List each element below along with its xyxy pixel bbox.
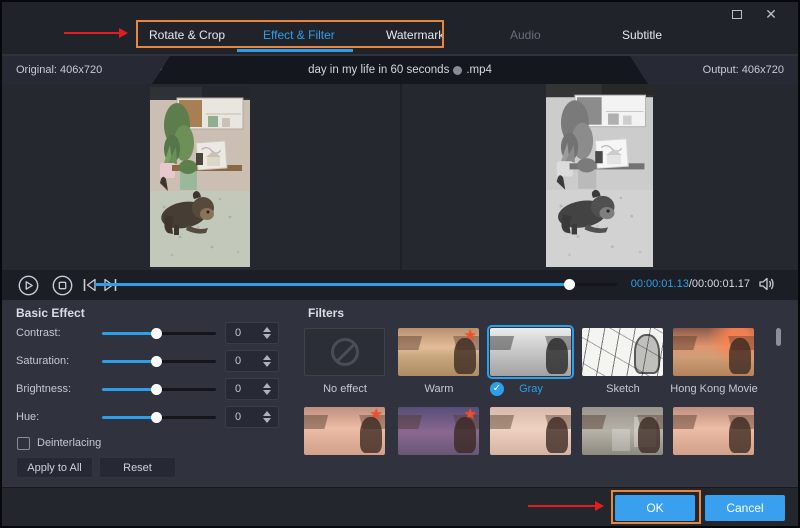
cancel-button[interactable]: Cancel xyxy=(705,495,785,521)
filter-label-hong-kong-movie[interactable]: Hong Kong Movie xyxy=(669,383,759,395)
brightness-up-icon[interactable] xyxy=(263,383,271,388)
hue-slider[interactable] xyxy=(102,416,216,419)
hue-slider-handle[interactable] xyxy=(151,412,162,423)
filter-gray[interactable] xyxy=(490,328,571,376)
filter-sketch[interactable] xyxy=(582,328,663,376)
filter-label-warm[interactable]: Warm xyxy=(394,383,484,395)
stop-button[interactable] xyxy=(52,275,73,296)
apply-to-all-button[interactable]: Apply to All xyxy=(16,457,93,478)
brightness-label: Brightness: xyxy=(16,383,71,395)
sketch-texture xyxy=(582,328,663,376)
basic-effect-title: Basic Effect xyxy=(16,306,85,320)
deinterlacing-checkbox[interactable] xyxy=(17,437,30,450)
brightness-slider[interactable] xyxy=(102,388,216,391)
file-extension: .mp4 xyxy=(466,64,492,76)
ok-button[interactable]: OK xyxy=(615,495,695,521)
filters-scrollbar[interactable] xyxy=(776,328,781,346)
saturation-up-icon[interactable] xyxy=(263,355,271,360)
hue-label: Hue: xyxy=(16,411,39,423)
original-video-preview xyxy=(150,87,250,267)
contrast-slider[interactable] xyxy=(102,332,216,335)
star-badge-icon: ★ xyxy=(464,407,477,423)
output-size-label: Output: 406x720 xyxy=(703,64,784,76)
filter-tile-8[interactable] xyxy=(490,407,571,455)
active-tab-underline xyxy=(237,49,353,52)
transport-bar: 00:00:01.13/00:00:01.17 xyxy=(2,270,798,300)
contrast-up-icon[interactable] xyxy=(263,327,271,332)
filter-label-sketch[interactable]: Sketch xyxy=(578,383,668,395)
contrast-slider-handle[interactable] xyxy=(151,328,162,339)
current-time: 00:00:01.13 xyxy=(631,278,689,290)
contrast-value: 0 xyxy=(235,327,241,339)
filter-warm[interactable]: ★ xyxy=(398,328,479,376)
star-badge-icon: ★ xyxy=(464,328,477,344)
filter-hong-kong-movie[interactable] xyxy=(673,328,754,376)
original-size-label: Original: 406x720 xyxy=(16,64,102,76)
tab-subtitle[interactable]: Subtitle xyxy=(622,28,662,42)
maximize-button[interactable] xyxy=(728,6,746,22)
file-title: day in my life in 60 seconds xyxy=(308,64,449,76)
saturation-spinner[interactable]: 0 xyxy=(225,350,279,372)
filter-tile-7[interactable]: ★ xyxy=(398,407,479,455)
tab-effect-filter[interactable]: Effect & Filter xyxy=(263,28,335,42)
filter-no-effect[interactable] xyxy=(304,328,385,376)
reset-button[interactable]: Reset xyxy=(99,457,176,478)
contrast-label: Contrast: xyxy=(16,327,61,339)
filter-label-no-effect[interactable]: No effect xyxy=(300,383,390,395)
hue-value: 0 xyxy=(235,411,241,423)
filter-label-gray[interactable]: Gray xyxy=(486,383,576,395)
contrast-spinner[interactable]: 0 xyxy=(225,322,279,344)
hue-down-icon[interactable] xyxy=(263,418,271,423)
close-button[interactable]: ✕ xyxy=(762,6,780,22)
titlebar: ✕ Rotate & Crop Effect & Filter Watermar… xyxy=(2,2,798,54)
saturation-label: Saturation: xyxy=(16,355,69,367)
tab-audio[interactable]: Audio xyxy=(510,28,541,42)
filter-tile-10[interactable] xyxy=(673,407,754,455)
filter-tile-6[interactable]: ★ xyxy=(304,407,385,455)
effect-filter-dialog: ✕ Rotate & Crop Effect & Filter Watermar… xyxy=(0,0,800,528)
preview-divider xyxy=(400,84,402,270)
filters-title: Filters xyxy=(308,306,344,320)
brightness-slider-handle[interactable] xyxy=(151,384,162,395)
seek-progress xyxy=(95,283,569,286)
deinterlacing-label: Deinterlacing xyxy=(37,437,101,449)
saturation-down-icon[interactable] xyxy=(263,362,271,367)
volume-icon[interactable] xyxy=(758,276,776,292)
time-display: 00:00:01.13/00:00:01.17 xyxy=(631,278,750,290)
preview-area xyxy=(2,84,798,270)
saturation-value: 0 xyxy=(235,355,241,367)
star-badge-icon: ★ xyxy=(370,407,383,423)
hue-spinner[interactable]: 0 xyxy=(225,406,279,428)
brightness-value: 0 xyxy=(235,383,241,395)
filter-tile-9[interactable] xyxy=(582,407,663,455)
filtered-video-preview xyxy=(546,84,653,267)
prohibition-icon xyxy=(331,338,359,366)
seek-handle[interactable] xyxy=(564,279,575,290)
hue-up-icon[interactable] xyxy=(263,411,271,416)
seek-slider[interactable] xyxy=(95,283,617,286)
preview-header: day in my life in 60 seconds .mp4 Origin… xyxy=(2,56,798,84)
footer-bar: OK Cancel xyxy=(2,487,798,526)
tab-watermark[interactable]: Watermark xyxy=(386,28,444,42)
brightness-spinner[interactable]: 0 xyxy=(225,378,279,400)
tab-rotate-crop[interactable]: Rotate & Crop xyxy=(149,28,225,42)
edit-icon[interactable] xyxy=(453,66,462,75)
saturation-slider-handle[interactable] xyxy=(151,356,162,367)
saturation-slider[interactable] xyxy=(102,360,216,363)
brightness-down-icon[interactable] xyxy=(263,390,271,395)
total-time: /00:00:01.17 xyxy=(689,278,750,290)
contrast-down-icon[interactable] xyxy=(263,334,271,339)
play-button[interactable] xyxy=(18,275,39,296)
